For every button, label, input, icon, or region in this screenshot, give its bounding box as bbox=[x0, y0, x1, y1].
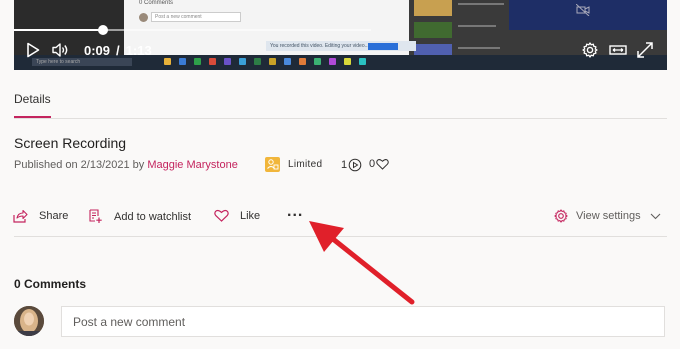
fullscreen-button[interactable] bbox=[637, 40, 655, 60]
play-icon bbox=[27, 42, 40, 58]
likes-count: 0 bbox=[369, 158, 389, 170]
camera-off-icon bbox=[576, 4, 590, 16]
like-button[interactable]: Like bbox=[214, 209, 260, 222]
tab-details[interactable]: Details bbox=[14, 92, 51, 106]
likes-number: 0 bbox=[369, 158, 376, 170]
volume-icon bbox=[52, 43, 68, 57]
gear-icon bbox=[554, 209, 568, 223]
share-icon bbox=[13, 209, 28, 223]
frame-comments-label: 0 Comments bbox=[139, 0, 174, 6]
limited-badge bbox=[265, 157, 280, 172]
frame-toast-button bbox=[368, 43, 398, 50]
view-settings-label: View settings bbox=[576, 210, 641, 222]
post-comment-input[interactable] bbox=[61, 306, 665, 337]
play-circle-icon bbox=[348, 158, 362, 172]
gear-icon bbox=[582, 42, 598, 58]
time-separator: / bbox=[116, 42, 120, 58]
progress-fill bbox=[14, 29, 103, 31]
video-title: Screen Recording bbox=[14, 135, 127, 151]
stream-video-page: 0 Comments Post a new comment You record… bbox=[0, 0, 680, 349]
comments-heading: 0 Comments bbox=[14, 277, 87, 291]
theater-mode-icon bbox=[609, 45, 627, 55]
like-label: Like bbox=[240, 209, 261, 222]
watchlist-icon bbox=[89, 209, 102, 223]
chevron-down-icon bbox=[650, 213, 660, 219]
published-info: Published on 2/13/2021 by Maggie Marysto… bbox=[14, 159, 238, 171]
play-button[interactable] bbox=[26, 40, 42, 60]
author-link[interactable]: Maggie Marystone bbox=[147, 159, 238, 171]
theater-mode-button[interactable] bbox=[609, 40, 627, 60]
share-button[interactable]: Share bbox=[13, 209, 68, 223]
current-time: 0:09 bbox=[84, 42, 111, 58]
published-date: Published on 2/13/2021 by bbox=[14, 159, 145, 171]
user-avatar-image bbox=[14, 306, 44, 336]
frame-thumbnail bbox=[414, 0, 452, 16]
fullscreen-icon bbox=[637, 42, 653, 58]
views-count: 1 bbox=[341, 158, 362, 172]
time-display: 0:09 / 1:13 bbox=[84, 40, 152, 60]
player-settings-button[interactable] bbox=[582, 40, 600, 60]
heart-icon bbox=[376, 159, 389, 170]
tab-divider bbox=[14, 118, 667, 119]
avatar bbox=[14, 306, 44, 336]
frame-thumbnail bbox=[414, 22, 452, 38]
video-player[interactable]: 0 Comments Post a new comment You record… bbox=[14, 0, 667, 70]
actions-divider bbox=[14, 236, 667, 237]
progress-handle[interactable] bbox=[98, 25, 108, 35]
volume-button[interactable] bbox=[52, 40, 70, 60]
watchlist-label: Add to watchlist bbox=[114, 210, 192, 223]
share-label: Share bbox=[39, 210, 69, 222]
frame-avatar bbox=[139, 13, 148, 22]
views-number: 1 bbox=[341, 159, 348, 171]
view-settings-button[interactable]: View settings bbox=[554, 209, 661, 223]
total-time: 1:13 bbox=[125, 42, 152, 58]
more-options-button[interactable]: ... bbox=[287, 203, 303, 221]
frame-comment-input: Post a new comment bbox=[151, 12, 241, 22]
visibility-label: Limited bbox=[288, 159, 323, 170]
heart-icon bbox=[214, 209, 229, 222]
add-to-watchlist-button[interactable]: Add to watchlist bbox=[88, 209, 191, 224]
people-icon bbox=[267, 159, 279, 170]
